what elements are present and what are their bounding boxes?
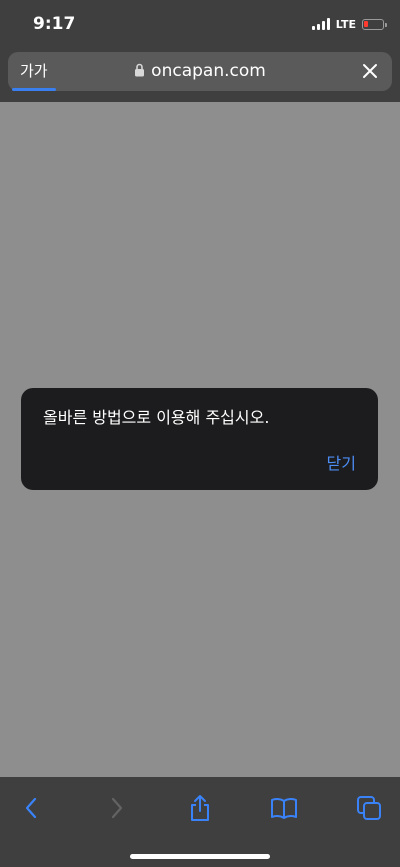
- battery-icon: [362, 18, 387, 30]
- address-bar[interactable]: 가가 oncapan.com: [8, 52, 392, 91]
- address-bar-area: 가가 oncapan.com: [0, 48, 400, 102]
- status-indicators: LTE: [311, 16, 387, 32]
- tabs-button[interactable]: [354, 793, 384, 823]
- alert-dialog: 올바른 방법으로 이용해 주십시오. 닫기: [21, 388, 378, 490]
- share-button[interactable]: [185, 793, 215, 823]
- alert-message: 올바른 방법으로 이용해 주십시오.: [43, 408, 270, 427]
- lock-icon: [135, 63, 145, 77]
- alert-close-button[interactable]: 닫기: [327, 450, 356, 474]
- battery-level: [364, 20, 368, 27]
- page-load-indicator: [12, 88, 56, 91]
- bottom-toolbar: [0, 777, 400, 867]
- home-indicator[interactable]: [130, 854, 270, 859]
- tabs-icon: [357, 796, 381, 820]
- bookmarks-icon: [271, 797, 297, 819]
- signal-icon: [311, 18, 330, 30]
- forward-icon: [111, 797, 123, 819]
- status-bar: 9:17 LTE: [0, 0, 400, 48]
- status-time: 9:17: [33, 14, 76, 34]
- url-display[interactable]: oncapan.com: [8, 61, 392, 81]
- back-button[interactable]: [16, 793, 46, 823]
- close-icon[interactable]: [362, 63, 378, 79]
- share-icon: [191, 795, 209, 821]
- bookmarks-button[interactable]: [269, 793, 299, 823]
- url-text: oncapan.com: [151, 61, 266, 81]
- forward-button[interactable]: [102, 793, 132, 823]
- back-icon: [25, 797, 37, 819]
- network-label: LTE: [335, 17, 356, 31]
